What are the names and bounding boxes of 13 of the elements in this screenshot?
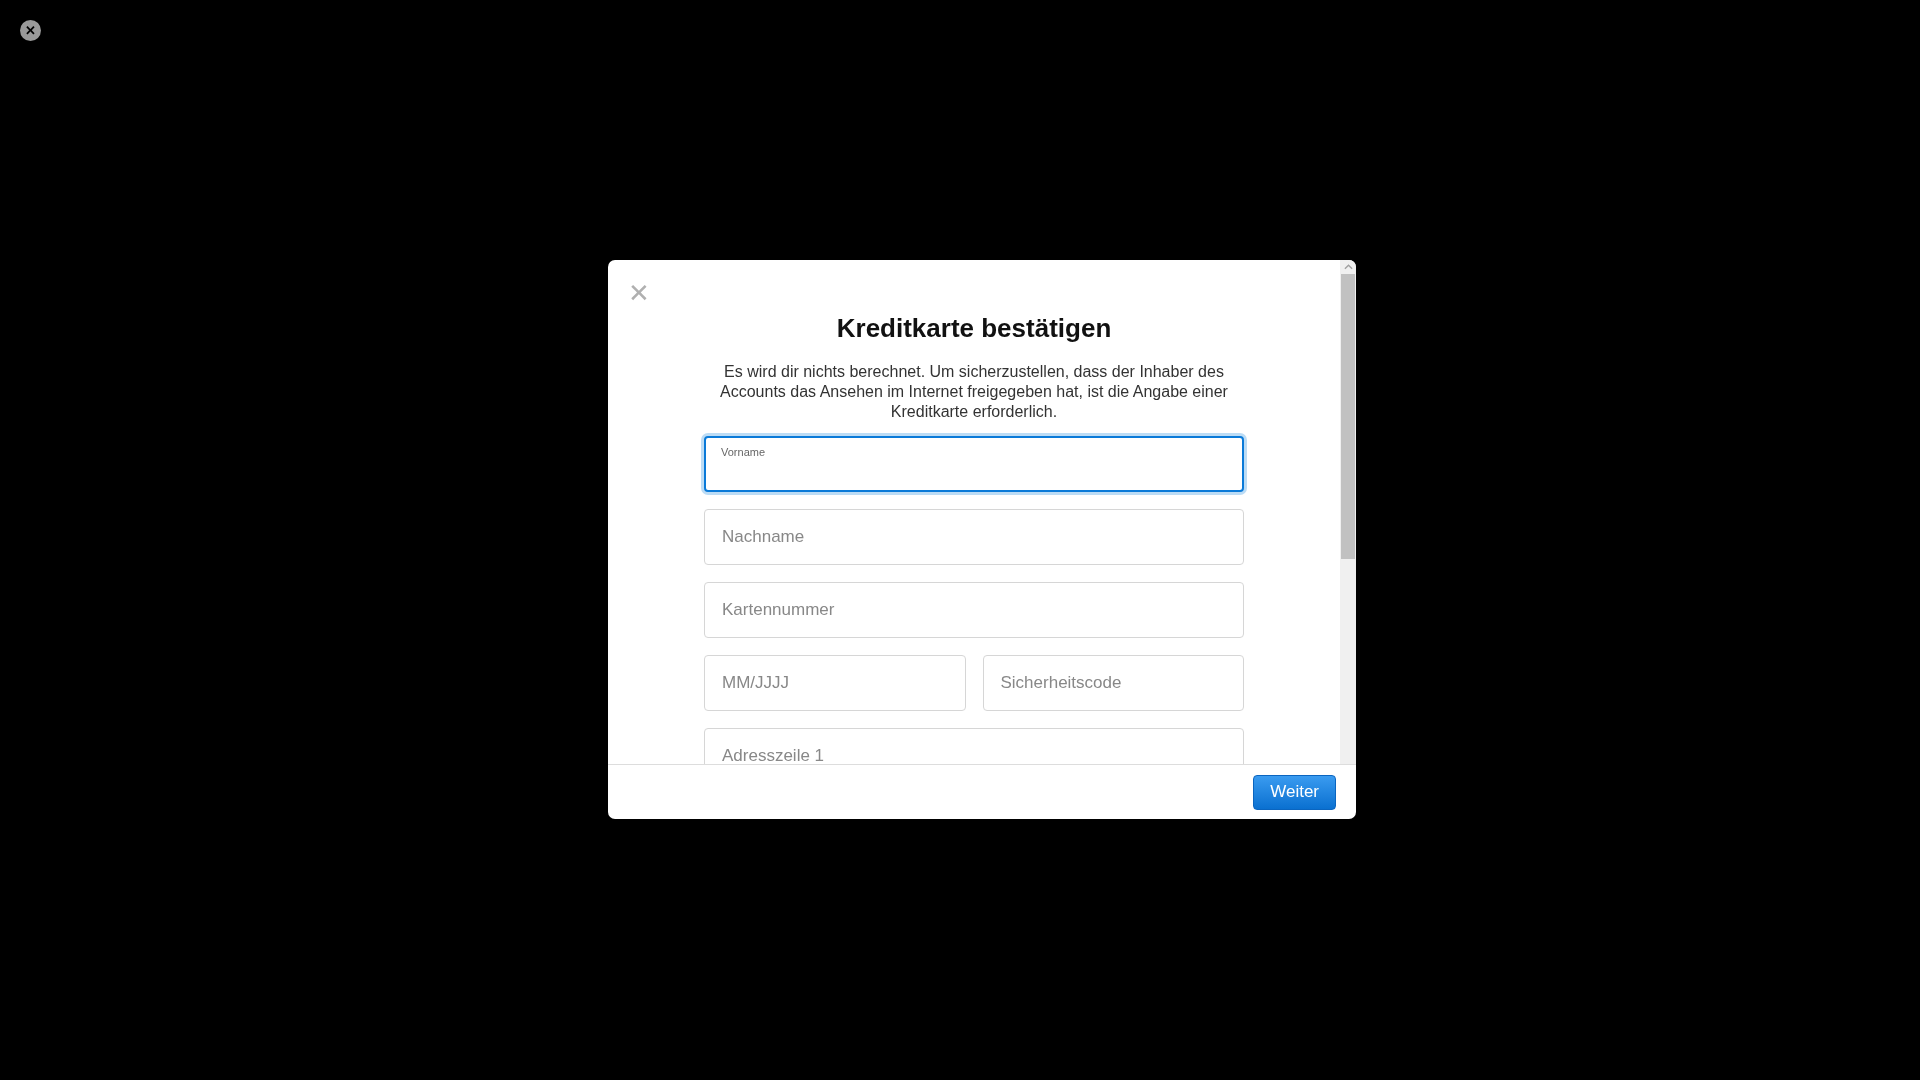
input-field[interactable]: Kartennummer: [704, 582, 1244, 638]
continue-button[interactable]: Weiter: [1253, 774, 1336, 810]
input-field[interactable]: MM/JJJJ: [704, 655, 966, 711]
dialog-title: Kreditkarte bestätigen: [836, 312, 1112, 344]
input-field[interactable]: Nachname: [704, 509, 1244, 565]
input-field[interactable]: Vorname: [704, 436, 1244, 492]
scroll-up-icon[interactable]: [1343, 264, 1353, 270]
close-button[interactable]: ✕: [20, 20, 41, 41]
input-field[interactable]: Adresszeile 1: [704, 728, 1244, 764]
scrollbar[interactable]: [1340, 260, 1356, 764]
scrollbar-thumb[interactable]: [1341, 274, 1355, 559]
input-field[interactable]: Sicherheitscode: [982, 655, 1244, 711]
description: Es wird dir nichts berechnet. Um sicherzustellen, dass der Inhaber des Accounts das Ansehen im Internet freigegeben hat, ist die Angabe einer Kreditkarte erforderlich.: [719, 362, 1229, 422]
